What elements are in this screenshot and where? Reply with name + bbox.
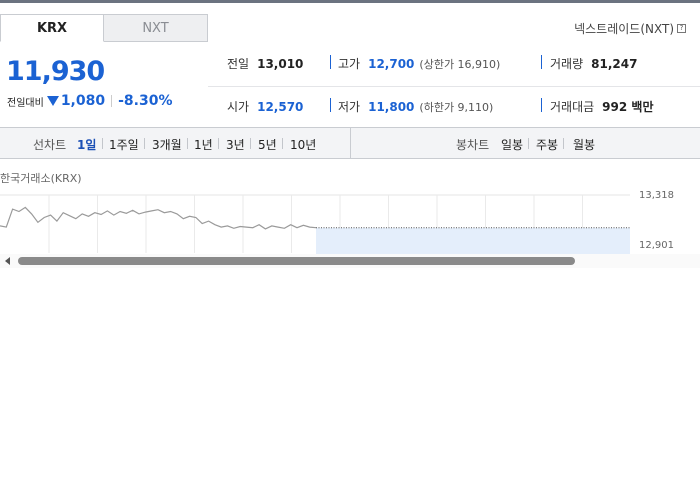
line-chart-label: 선차트 <box>33 138 67 152</box>
price-change: 전일대비 1,080 -8.30% <box>7 93 173 109</box>
chart-projected-area <box>316 227 630 255</box>
top-border <box>0 0 700 3</box>
candle-daily[interactable]: 일봉 <box>501 136 523 153</box>
stat-prev-close: 전일 13,010 <box>227 55 303 72</box>
candle-weekly[interactable]: 주봉 <box>536 136 558 153</box>
toolbar-divider <box>528 138 529 149</box>
stat-sub: (하한가 9,110) <box>419 100 494 114</box>
period-5y[interactable]: 5년 <box>258 136 277 153</box>
candle-chart-label: 봉차트 <box>456 138 490 152</box>
candle-monthly[interactable]: 월봉 <box>573 136 595 153</box>
toolbar-divider <box>102 138 103 149</box>
toolbar-divider <box>187 138 188 149</box>
period-3m[interactable]: 3개월 <box>152 136 182 153</box>
stat-volume: 거래량 81,247 <box>550 55 637 72</box>
change-amount: 1,080 <box>60 93 106 109</box>
stat-label: 거래량 <box>550 57 584 71</box>
change-divider <box>111 95 113 107</box>
chart-toolbar: 선차트 1일 1주일 3개월 1년 3년 5년 10년 봉차트 일봉 주봉 월봉 <box>0 127 700 159</box>
scroll-thumb[interactable] <box>18 257 575 265</box>
toolbar-divider <box>282 138 283 149</box>
nxt-link[interactable]: 넥스트레이드(NXT) ? <box>574 20 686 37</box>
stat-amount: 거래대금 992 백만 <box>550 98 653 115</box>
toolbar-divider <box>218 138 219 149</box>
stat-divider <box>541 55 542 69</box>
period-1d[interactable]: 1일 <box>77 136 96 153</box>
stat-value: 12,570 <box>257 99 304 114</box>
y-tick-bottom: 12,901 <box>639 240 674 251</box>
nxt-link-label: 넥스트레이드(NXT) <box>574 22 674 36</box>
tab-nxt[interactable]: NXT <box>104 14 208 42</box>
stat-label: 거래대금 <box>550 100 595 114</box>
intraday-chart: 13,318 12,901 <box>0 190 674 255</box>
stat-open: 시가 12,570 <box>227 98 303 115</box>
toolbar-divider <box>563 138 564 149</box>
period-1y[interactable]: 1년 <box>194 136 213 153</box>
stat-low: 저가 11,800 (하한가 9,110) <box>338 98 493 115</box>
y-tick-top: 13,318 <box>639 190 674 201</box>
change-percent: -8.30% <box>118 93 173 109</box>
stats-divider <box>208 86 700 87</box>
change-label: 전일대비 <box>7 97 44 109</box>
toolbar-center-divider <box>350 128 351 158</box>
help-icon[interactable]: ? <box>677 24 686 33</box>
scroll-left-icon[interactable] <box>5 257 10 265</box>
period-3y[interactable]: 3년 <box>226 136 245 153</box>
stat-value: 12,700 <box>368 56 415 71</box>
stat-high: 고가 12,700 (상한가 16,910) <box>338 55 500 72</box>
stat-label: 시가 <box>227 100 250 114</box>
market-tabs: KRX NXT <box>0 14 208 42</box>
market-label: 한국거래소(KRX) <box>0 172 82 185</box>
current-price: 11,930 <box>6 56 105 87</box>
tab-krx[interactable]: KRX <box>0 14 104 42</box>
stat-value: 13,010 <box>257 56 304 71</box>
period-10y[interactable]: 10년 <box>290 136 316 153</box>
toolbar-divider <box>144 138 145 149</box>
period-1w[interactable]: 1주일 <box>109 136 139 153</box>
stat-label: 전일 <box>227 57 250 71</box>
stat-label: 고가 <box>338 57 361 71</box>
stat-divider <box>330 98 331 112</box>
price-line <box>0 206 317 230</box>
stat-value: 11,800 <box>368 99 415 114</box>
stat-divider <box>541 98 542 112</box>
stat-sub: (상한가 16,910) <box>419 57 501 71</box>
triangle-down-icon <box>46 96 59 106</box>
stat-value: 992 백만 <box>602 100 654 114</box>
stat-label: 저가 <box>338 100 361 114</box>
stat-divider <box>330 55 331 69</box>
tab-underline <box>208 41 700 42</box>
toolbar-divider <box>250 138 251 149</box>
stat-value: 81,247 <box>591 56 638 71</box>
